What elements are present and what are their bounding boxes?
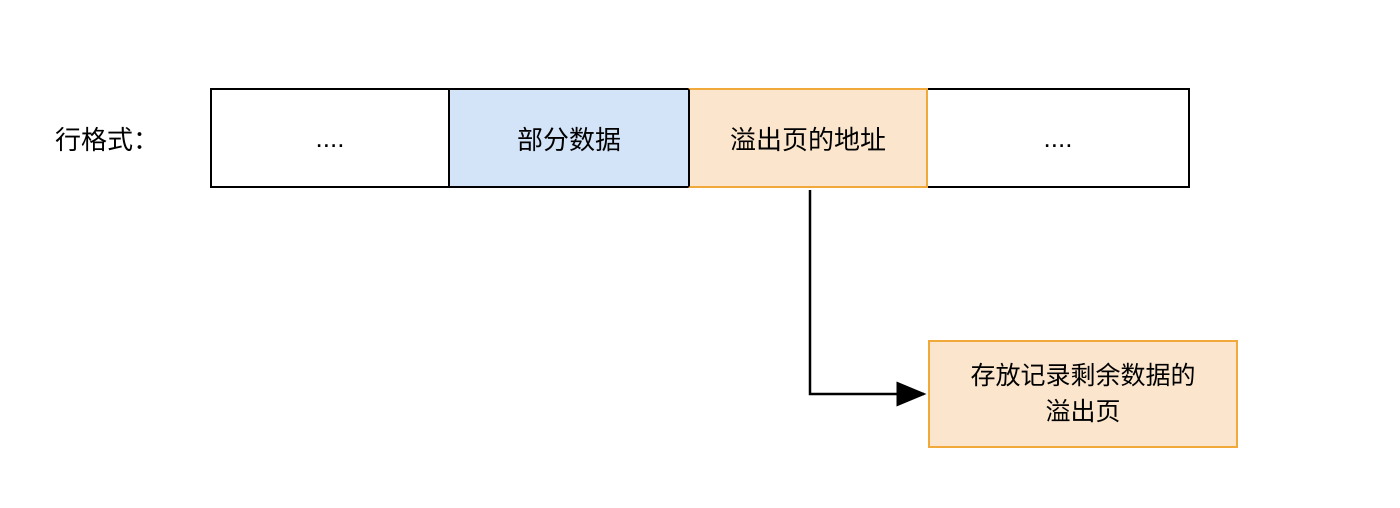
overflow-page-box: 存放记录剩余数据的 溢出页 <box>928 340 1238 448</box>
overflow-page-text: 存放记录剩余数据的 溢出页 <box>970 358 1195 431</box>
cell-partial-data: 部分数据 <box>450 88 690 188</box>
row-format-record: .... 部分数据 溢出页的地址 .... <box>210 88 1190 190</box>
cell-leading-ellipsis: .... <box>210 88 450 188</box>
overflow-page-line2: 溢出页 <box>1045 398 1120 426</box>
cell-overflow-page-address: 溢出页的地址 <box>688 88 928 188</box>
row-format-label: 行格式： <box>55 120 159 157</box>
diagram-canvas: 行格式： .... 部分数据 溢出页的地址 .... 存放记录剩余数据的 溢出页 <box>0 0 1400 508</box>
overflow-page-line1: 存放记录剩余数据的 <box>970 362 1195 390</box>
cell-trailing-ellipsis: .... <box>928 88 1190 188</box>
